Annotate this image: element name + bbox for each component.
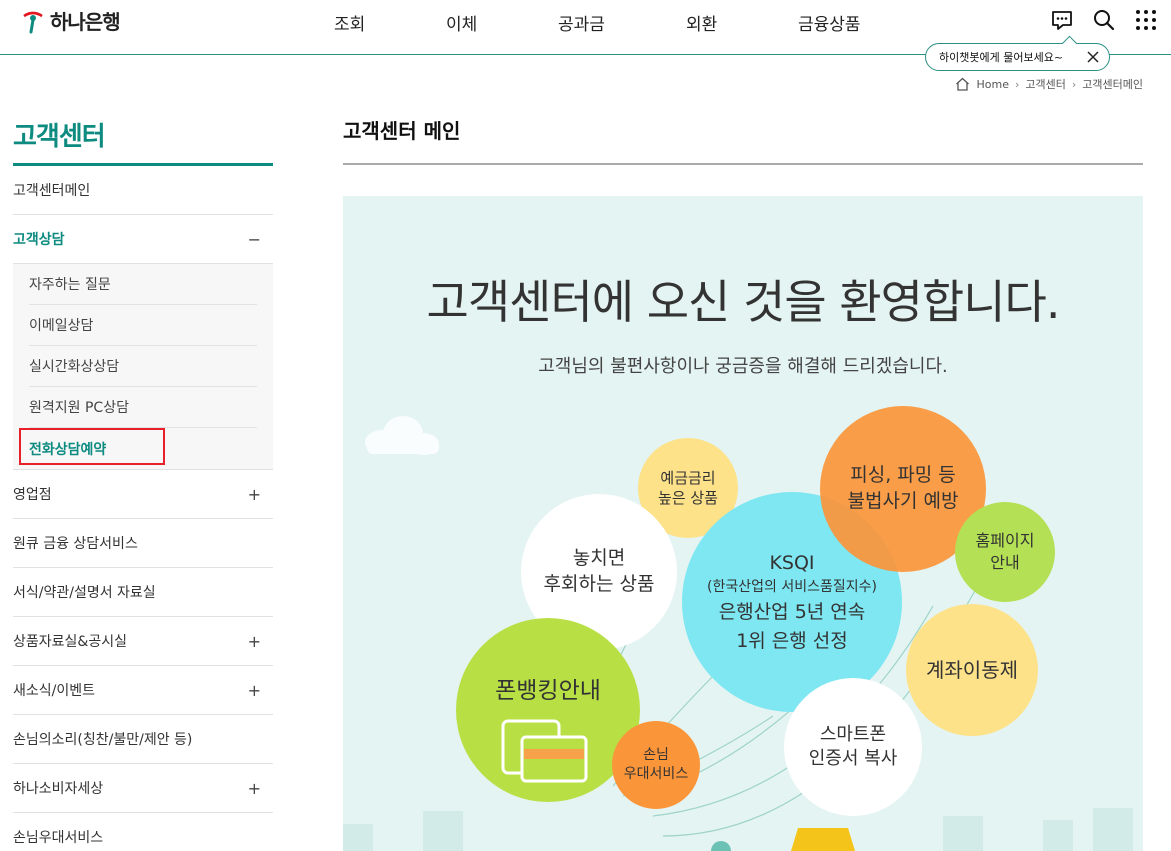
close-icon — [1087, 51, 1099, 63]
lnb-item-label: 고객센터메인 — [13, 183, 91, 199]
bubble-text: 폰뱅킹안내 — [495, 678, 601, 704]
close-tooltip-button[interactable] — [1085, 49, 1101, 65]
bubble-text: 높은 상품 — [658, 489, 718, 507]
bubble-text: 1위 은행 선정 — [736, 629, 848, 652]
chevron-right-icon: › — [1071, 77, 1077, 91]
chatbot-button[interactable] — [1049, 7, 1075, 33]
all-menu-button[interactable] — [1133, 7, 1159, 33]
bubble-text: 은행산업 5년 연속 — [718, 601, 866, 624]
chatbot-tooltip[interactable]: 하이챗봇에게 물어보세요~ — [925, 43, 1110, 71]
lnb-item-consulting[interactable]: 고객상담 − — [13, 215, 273, 264]
card-icon — [501, 719, 588, 783]
expand-icon[interactable]: + — [248, 779, 261, 798]
bubble-text: 계좌이동제 — [926, 657, 1018, 682]
lnb-item-label: 서식/약관/설명서 자료실 — [13, 585, 156, 601]
lnb-item-voice[interactable]: 손님의소리(칭찬/불만/제안 등) — [13, 715, 273, 764]
bubble-text: 후회하는 상품 — [543, 573, 655, 595]
breadcrumb-home[interactable]: Home — [976, 78, 1008, 91]
lnb-item-label: 손님의소리(칭찬/불만/제안 등) — [13, 732, 193, 748]
search-button[interactable] — [1091, 7, 1117, 33]
bubble-text: 인증서 복사 — [808, 748, 898, 769]
bubble-text: 홈페이지 — [975, 531, 1035, 551]
bubble-text: 스마트폰 — [819, 723, 887, 745]
search-icon — [1094, 10, 1115, 31]
gnb-item-transfer[interactable]: 이체 — [446, 10, 477, 35]
lnb-sub-faq[interactable]: 자주하는 질문 — [29, 264, 257, 305]
grid-menu-icon — [1136, 10, 1156, 30]
banner-subline: 고객님의 불편사항이나 궁금증을 해결해 드리겠습니다. — [538, 356, 948, 377]
lnb-sub-email[interactable]: 이메일상담 — [29, 305, 257, 346]
bubble-account-transfer[interactable]: 계좌이동제 — [906, 604, 1038, 736]
brand-name: 하나은행 — [50, 10, 121, 34]
collapse-icon[interactable]: − — [248, 230, 261, 249]
bubble-text: 놓치면 — [572, 547, 626, 570]
lnb-item-vip[interactable]: 손님우대서비스 — [13, 813, 273, 851]
lnb-title: 고객센터 — [13, 122, 106, 152]
lnb-item-label: 손님우대서비스 — [13, 830, 104, 846]
lnb-item-news[interactable]: 새소식/이벤트 + — [13, 666, 273, 715]
lnb-item-label: 하나소비자세상 — [13, 781, 104, 797]
lnb-item-branch[interactable]: 영업점 + — [13, 470, 273, 519]
lnb-sub-video[interactable]: 실시간화상상담 — [29, 346, 257, 387]
gnb-item-inquiry[interactable]: 조회 — [334, 10, 365, 35]
lnb-item-disclosure[interactable]: 상품자료실&공시실 + — [13, 617, 273, 666]
left-nav: 고객센터메인 고객상담 − 자주하는 질문 이메일상담 실시간화상상담 원격지원… — [13, 166, 273, 851]
bubble-text: 피싱, 파밍 등 — [850, 464, 956, 487]
breadcrumb-customer-center[interactable]: 고객센터 — [1025, 76, 1065, 92]
bubble-text: 불법사기 예방 — [847, 490, 959, 512]
bubble-text: KSQI — [769, 551, 815, 574]
expand-icon[interactable]: + — [248, 681, 261, 700]
title-divider — [343, 163, 1143, 165]
lnb-item-label: 고객상담 — [13, 232, 65, 248]
hana-logo[interactable]: 하나은행 — [20, 6, 121, 35]
bubble-text: 우대서비스 — [623, 766, 689, 782]
lnb-item-consumer[interactable]: 하나소비자세상 + — [13, 764, 273, 813]
gnb-item-utility[interactable]: 공과금 — [558, 10, 605, 35]
bubble-homepage[interactable]: 홈페이지 안내 — [955, 502, 1055, 602]
bubble-text: 예금금리 — [660, 468, 716, 487]
highlight-box — [19, 428, 165, 465]
hana-logo-icon — [23, 11, 43, 33]
home-icon — [956, 77, 970, 91]
bubble-smartphone-cert[interactable]: 스마트폰 인증서 복사 — [784, 678, 922, 816]
lnb-item-label: 상품자료실&공시실 — [13, 634, 127, 650]
bubble-text: 안내 — [990, 553, 1020, 572]
lnb-item-oneq[interactable]: 원큐 금융 상담서비스 — [13, 519, 273, 568]
expand-icon[interactable]: + — [248, 485, 261, 504]
lnb-item-forms[interactable]: 서식/약관/설명서 자료실 — [13, 568, 273, 617]
welcome-banner: 고객센터에 오신 것을 환영합니다. 고객님의 불편사항이나 궁금증을 해결해 … — [343, 196, 1143, 851]
lnb-item-label: 원큐 금융 상담서비스 — [13, 536, 138, 552]
page-title: 고객센터 메인 — [343, 119, 461, 143]
chatbot-tooltip-text: 하이챗봇에게 물어보세요~ — [939, 51, 1064, 64]
lnb-item-label: 영업점 — [13, 487, 52, 503]
lnb-sub-remote[interactable]: 원격지원 PC상담 — [29, 387, 257, 428]
gnb-item-products[interactable]: 금융상품 — [798, 10, 861, 35]
lnb-item-main[interactable]: 고객센터메인 — [13, 166, 273, 215]
bubble-text: 손님 — [643, 747, 669, 764]
banner-headline: 고객센터에 오신 것을 환영합니다. — [426, 275, 1061, 329]
lnb-item-label: 새소식/이벤트 — [13, 683, 95, 699]
breadcrumb-current: 고객센터메인 — [1082, 78, 1143, 91]
chevron-right-icon: › — [1014, 77, 1020, 91]
gnb-item-forex[interactable]: 외환 — [686, 10, 717, 35]
util-menu — [1049, 7, 1159, 33]
expand-icon[interactable]: + — [248, 632, 261, 651]
bubble-text: (한국산업의 서비스품질지수) — [707, 579, 877, 596]
breadcrumb: Home › 고객센터 › 고객센터메인 — [955, 76, 1143, 92]
chat-icon — [1052, 11, 1072, 30]
bubble-vip-service[interactable]: 손님 우대서비스 — [612, 721, 700, 809]
